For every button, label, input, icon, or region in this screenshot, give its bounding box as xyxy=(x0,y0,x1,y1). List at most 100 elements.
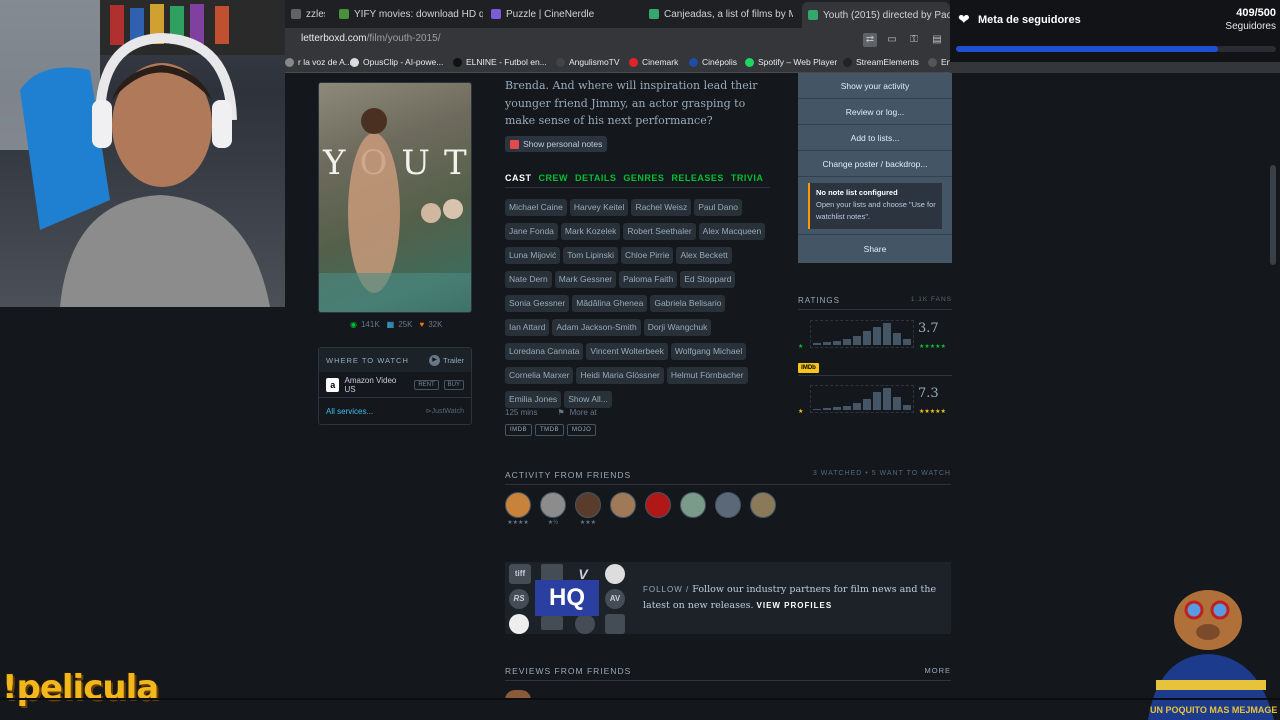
url-text[interactable]: letterboxd.com/film/youth-2015/ xyxy=(301,33,441,44)
cast-chip[interactable]: Robert Seethaler xyxy=(623,223,696,240)
browser-address-bar[interactable]: letterboxd.com/film/youth-2015/ ⇄ ▭ ⚿ ▤ xyxy=(285,28,950,53)
trailer-link[interactable]: ▶ Trailer xyxy=(429,354,464,366)
friend-avatar[interactable] xyxy=(610,492,636,518)
password-key-icon[interactable]: ⚿ xyxy=(907,33,921,47)
friend-avatar[interactable] xyxy=(645,492,671,518)
cast-chip[interactable]: Michael Caine xyxy=(505,199,567,216)
letterboxd-ratings-histogram[interactable] xyxy=(810,320,914,348)
letterboxd-average-rating[interactable]: 3.7 xyxy=(918,321,939,336)
cast-chip[interactable]: Nate Dern xyxy=(505,271,552,288)
bookmark-item[interactable]: ELNINE - Futbol en... xyxy=(453,57,547,67)
bookmark-item[interactable]: StreamElements xyxy=(843,57,919,67)
cast-chip[interactable]: Heidi Maria Glössner xyxy=(576,367,664,384)
bookmark-item[interactable]: Cinépolis xyxy=(689,57,737,67)
rs-logo[interactable]: RS xyxy=(509,589,529,609)
friend-avatar[interactable] xyxy=(750,492,776,518)
bookmark-item[interactable]: OpusClip - AI-powe... xyxy=(350,57,443,67)
tab-trivia[interactable]: TRIVIA xyxy=(731,173,764,183)
cast-chip[interactable]: Paul Dano xyxy=(694,199,742,216)
reviews-more-link[interactable]: MORE xyxy=(925,666,952,676)
tab-details[interactable]: DETAILS xyxy=(575,173,616,183)
show-notes-button[interactable]: Show personal notes xyxy=(505,136,608,152)
browser-tab[interactable]: Puzzle | CineNerdle xyxy=(485,4,637,24)
bookmark-item[interactable]: Cinemark xyxy=(629,57,678,67)
note-body[interactable]: Open your lists and choose "Use for watc… xyxy=(816,200,936,221)
cast-chip[interactable]: Alex Macqueen xyxy=(698,223,766,240)
friend-activity-item[interactable]: ★★★ xyxy=(575,492,601,527)
friend-activity-item[interactable] xyxy=(610,492,636,527)
cast-chip[interactable]: Cornelia Marxer xyxy=(505,367,574,384)
friend-activity-item[interactable]: ★★★★ xyxy=(505,492,531,527)
cast-chip[interactable]: Ian Attard xyxy=(505,319,550,336)
partner-logo-square[interactable] xyxy=(605,614,625,634)
cast-chip[interactable]: Harvey Keitel xyxy=(569,199,629,216)
cast-chip[interactable]: Luna Mijović xyxy=(505,247,561,264)
friend-avatar[interactable] xyxy=(505,492,531,518)
streaming-service-row[interactable]: a Amazon Video US RENT BUY xyxy=(319,372,471,398)
rent-pill[interactable]: RENT xyxy=(414,379,439,390)
av-logo[interactable]: AV xyxy=(605,589,625,609)
show-activity-button[interactable]: Show your activity xyxy=(798,73,952,99)
view-profiles-link[interactable]: VIEW PROFILES xyxy=(757,601,833,610)
cast-chip[interactable]: Emilia Jones xyxy=(505,391,562,408)
s-logo-icon[interactable] xyxy=(575,614,595,634)
imdb-average-rating[interactable]: 7.3 xyxy=(918,386,939,401)
bookmark-item[interactable]: r la voz de A... xyxy=(285,57,352,67)
cast-chip[interactable]: Gabriela Belisario xyxy=(650,295,726,312)
friend-avatar[interactable] xyxy=(540,492,566,518)
tab-crew[interactable]: CREW xyxy=(539,173,569,183)
cast-chip[interactable]: Mark Kozelek xyxy=(560,223,621,240)
cast-chip[interactable]: Mark Gessner xyxy=(554,271,617,288)
cast-icon[interactable]: ▭ xyxy=(885,33,899,47)
imdb-ratings-histogram[interactable] xyxy=(810,385,914,413)
browser-tab[interactable]: zzles & xyxy=(285,4,325,24)
cast-chip[interactable]: Rachel Weisz xyxy=(631,199,692,216)
reel-icon[interactable] xyxy=(605,564,625,584)
justwatch-link[interactable]: ⊳JustWatch xyxy=(426,407,464,415)
all-services-link[interactable]: All services... xyxy=(326,407,373,416)
browser-tab[interactable]: Canjeadas, a list of films by MrRus xyxy=(643,4,793,24)
translate-icon[interactable]: ⇄ xyxy=(863,33,877,47)
share-button[interactable]: Share xyxy=(798,235,952,263)
cast-chip[interactable]: Tom Lipinski xyxy=(563,247,619,264)
review-log-button[interactable]: Review or log... xyxy=(798,99,952,125)
scrollbar-thumb[interactable] xyxy=(1270,165,1276,265)
change-poster-button[interactable]: Change poster / backdrop... xyxy=(798,151,952,177)
film-poster[interactable]: YOUTH xyxy=(318,82,472,313)
partner-logo-rect[interactable] xyxy=(541,616,563,630)
hq-logo[interactable]: HQ xyxy=(535,580,599,616)
partner-logo-circle[interactable] xyxy=(509,614,529,634)
friend-activity-item[interactable] xyxy=(680,492,706,527)
cast-chip[interactable]: Wolfgang Michael xyxy=(670,343,747,360)
friend-avatar[interactable] xyxy=(575,492,601,518)
show-all-cast-button[interactable]: Show All... xyxy=(564,391,612,408)
cast-chip[interactable]: Dorji Wangchuk xyxy=(643,319,712,336)
cast-chip[interactable]: Adam Jackson-Smith xyxy=(552,319,641,336)
cast-chip[interactable]: Vincent Wolterbeek xyxy=(586,343,668,360)
add-to-lists-button[interactable]: Add to lists... xyxy=(798,125,952,151)
mojo-link[interactable]: MOJO xyxy=(567,424,597,436)
tmdb-link[interactable]: TMDB xyxy=(535,424,564,436)
cast-chip[interactable]: Alex Beckett xyxy=(676,247,732,264)
bookmark-item[interactable]: Spotify – Web Player xyxy=(745,57,837,67)
cast-chip[interactable]: Chloe Pirrie xyxy=(621,247,674,264)
activity-heading[interactable]: ACTIVITY FROM FRIENDS xyxy=(505,470,631,480)
cast-chip[interactable]: Loredana Cannata xyxy=(505,343,584,360)
activity-summary[interactable]: 3 WATCHED • 5 WANT TO WATCH xyxy=(813,470,951,480)
tab-genres[interactable]: GENRES xyxy=(623,173,664,183)
buy-pill[interactable]: BUY xyxy=(443,379,464,390)
reader-icon[interactable]: ▤ xyxy=(930,33,944,47)
ratings-fans[interactable]: 1.1K FANS xyxy=(911,296,952,305)
bookmark-item[interactable]: AngulismoTV xyxy=(556,57,620,67)
browser-tab[interactable]: Youth (2015) directed by Paolo xyxy=(802,2,950,28)
cast-chip[interactable]: Sonia Gessner xyxy=(505,295,570,312)
cast-chip[interactable]: Jane Fonda xyxy=(505,223,558,240)
tab-releases[interactable]: RELEASES xyxy=(671,173,724,183)
cast-chip[interactable]: Ed Stoppard xyxy=(680,271,736,288)
cast-chip[interactable]: Paloma Faith xyxy=(619,271,678,288)
cast-chip[interactable]: Helmut Förnbacher xyxy=(666,367,748,384)
tiff-logo[interactable]: tiff xyxy=(509,564,531,584)
friend-activity-item[interactable] xyxy=(645,492,671,527)
cast-chip[interactable]: Mădălina Ghenea xyxy=(572,295,648,312)
friend-activity-item[interactable] xyxy=(715,492,741,527)
